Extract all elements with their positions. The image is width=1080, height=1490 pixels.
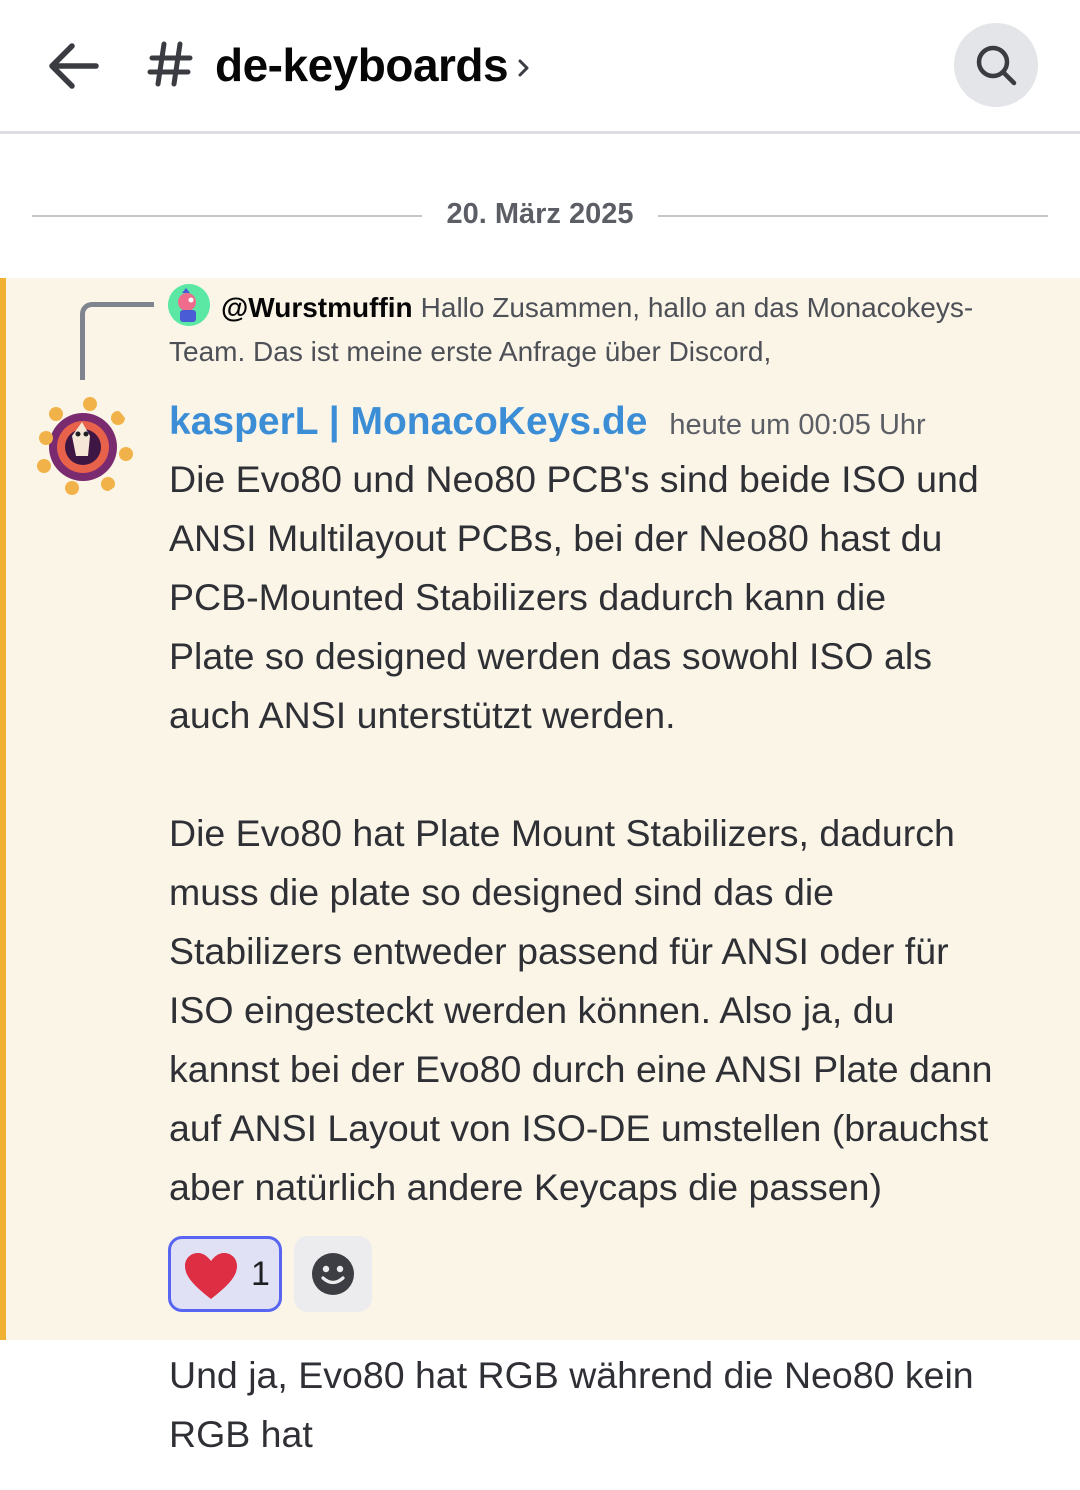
- hash-icon: [147, 41, 193, 87]
- author-avatar-image: [32, 396, 134, 498]
- reaction-count: 1: [251, 1255, 270, 1293]
- author-avatar[interactable]: [32, 396, 134, 498]
- heart-icon: [185, 1253, 237, 1299]
- message-timestamp: heute um 00:05 Uhr: [669, 409, 926, 441]
- back-button[interactable]: [38, 30, 110, 102]
- chevron-right-icon[interactable]: [515, 54, 533, 82]
- reply-connector: [80, 302, 154, 380]
- channel-header: de-keyboards: [0, 0, 1080, 134]
- reply-preview[interactable]: @Wurstmuffin Hallo Zusammen, hallo an das…: [169, 286, 1049, 374]
- followup-message-text: Und ja, Evo80 hat RGB während die Neo80 …: [169, 1354, 974, 1455]
- channel-name[interactable]: de-keyboards: [215, 38, 509, 92]
- arrow-left-icon: [49, 43, 99, 89]
- divider-line-right: [658, 215, 1048, 217]
- author-name[interactable]: kasperL | MonacoKeys.de: [169, 400, 647, 443]
- date-divider: 20. März 2025: [32, 196, 1048, 236]
- reply-author[interactable]: @Wurstmuffin: [221, 292, 413, 323]
- add-reaction-button[interactable]: [294, 1236, 372, 1312]
- message-header: kasperL | MonacoKeys.de heute um 00:05 Uh…: [169, 400, 926, 444]
- message-paragraph-1: Die Evo80 und Neo80 PCB's sind beide ISO…: [169, 458, 979, 736]
- smiley-icon: [312, 1253, 354, 1295]
- message-paragraph-2: Die Evo80 hat Plate Mount Stabilizers, d…: [169, 812, 993, 1208]
- search-button[interactable]: [954, 23, 1038, 107]
- reaction-heart[interactable]: 1: [168, 1236, 282, 1312]
- chat-screen: de-keyboards 20. März 2025 @Wurstmuffin H…: [0, 0, 1080, 1490]
- search-icon: [976, 45, 1017, 86]
